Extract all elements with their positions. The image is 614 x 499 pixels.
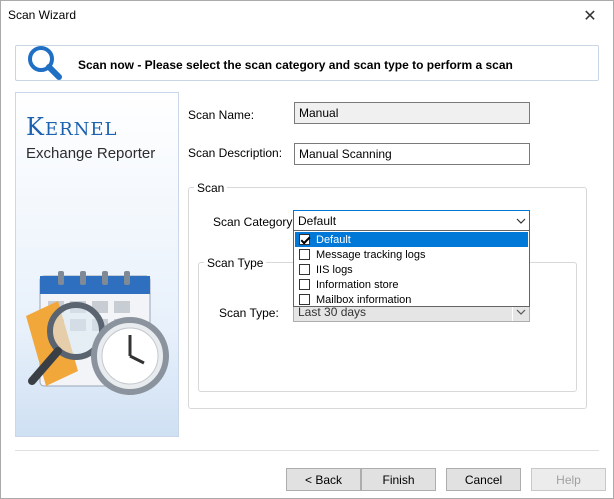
back-button[interactable]: < Back [286,468,361,491]
scan-category-dropdown: Default Message tracking logs IIS logs I… [293,230,530,307]
calendar-clock-illustration [26,271,169,395]
header-banner: Scan now - Please select the scan catego… [15,45,599,81]
scan-group-title: Scan [194,181,228,195]
checkbox-icon[interactable] [299,264,310,275]
scan-wizard-window: Scan Wizard ✕ Scan now - Please select t… [0,0,614,499]
scan-type-group-title: Scan Type [204,256,267,270]
product-name: Exchange Reporter [26,145,156,162]
footer-separator [15,450,599,451]
category-option-message-tracking[interactable]: Message tracking logs [295,247,528,262]
checkbox-checked-icon[interactable] [299,234,310,245]
checkbox-icon[interactable] [299,279,310,290]
category-option-iis-logs[interactable]: IIS logs [295,262,528,277]
scan-category-value: Default [298,214,337,228]
header-instruction: Scan now - Please select the scan catego… [78,58,513,72]
scan-type-value: Last 30 days [298,305,367,319]
finish-button[interactable]: Finish [361,468,436,491]
scan-description-field[interactable]: Manual Scanning [294,143,530,165]
checkbox-icon[interactable] [299,249,310,260]
scan-name-label: Scan Name: [188,108,255,122]
branding-panel: KERNEL Exchange Reporter [15,92,179,437]
title-bar: Scan Wizard ✕ [1,1,613,30]
window-title: Scan Wizard [8,8,77,22]
scan-name-field[interactable]: Manual [294,102,530,124]
category-option-default[interactable]: Default [295,232,528,247]
scan-description-label: Scan Description: [188,146,283,160]
scan-category-select[interactable]: Default [293,210,530,231]
category-option-mailbox-information[interactable]: Mailbox information [295,292,528,307]
category-option-information-store[interactable]: Information store [295,277,528,292]
search-icon [24,42,66,87]
checkbox-icon[interactable] [299,294,310,305]
scan-category-label: Scan Category: [213,215,296,229]
chevron-down-icon[interactable] [512,211,529,230]
close-icon: ✕ [583,7,597,25]
cancel-button[interactable]: Cancel [446,468,521,491]
help-button[interactable]: Help [531,468,606,491]
scan-type-label: Scan Type: [219,306,279,320]
brand-logo: KERNEL [26,113,118,141]
close-button[interactable]: ✕ [567,1,613,30]
